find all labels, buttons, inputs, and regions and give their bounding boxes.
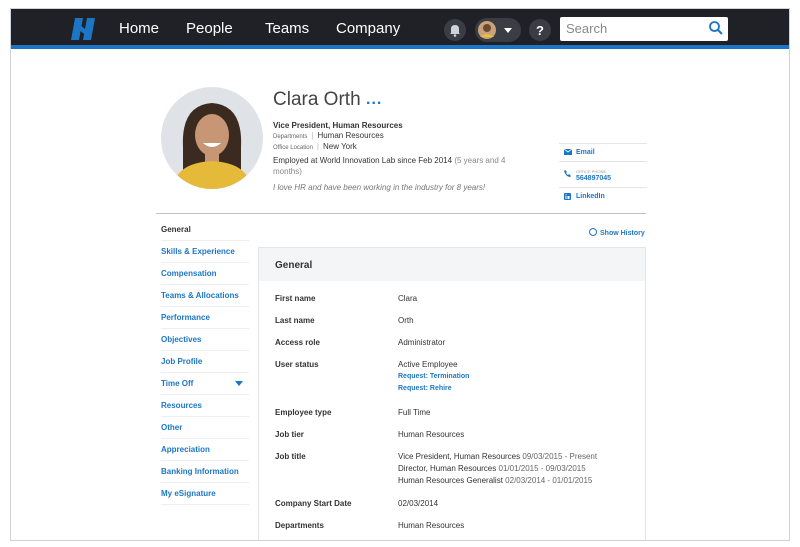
top-navigation-bar: Home People Teams Company ? Search [11,9,789,49]
first-name-value: Clara [398,294,418,303]
profile-photo-image [161,87,263,189]
sidebar-item-objectives[interactable]: Objectives [161,329,249,351]
user-avatar-icon [478,21,512,39]
linkedin-icon [564,193,571,200]
nav-home[interactable]: Home [119,20,159,37]
notifications-button[interactable] [444,19,466,41]
help-button[interactable]: ? [529,19,551,41]
last-name-value: Orth [398,316,414,325]
show-history-label: Show History [600,230,645,237]
request-rehire-link[interactable]: Request: Rehire [398,385,452,392]
job-title-history-row: Vice President, Human Resources 09/03/20… [398,452,597,461]
office-location-label: Office Location [273,145,313,151]
bell-icon [450,25,460,37]
search-input[interactable]: Search [560,17,728,41]
nav-teams[interactable]: Teams [265,20,309,37]
job-title-history-row: Human Resources Generalist 02/03/2014 - … [398,476,592,485]
employment-text: Employed at World Innovation Lab since F… [273,156,453,165]
search-icon[interactable] [708,20,724,36]
job-tier-value: Human Resources [398,430,465,439]
profile-photo [161,87,263,189]
sidebar-item-compensation[interactable]: Compensation [161,263,249,285]
sidebar-item-teams-allocations[interactable]: Teams & Allocations [161,285,249,307]
phone-icon [564,170,571,177]
employee-type-value: Full Time [398,408,431,417]
company-start-date-label: Company Start Date [275,499,352,508]
history-icon [589,228,597,236]
job-title-dates: 02/03/2014 - 01/01/2015 [505,476,593,485]
employee-type-label: Employee type [275,408,332,417]
job-title-dates: 09/03/2015 - Present [522,452,598,461]
linkedin-label: LinkedIn [576,193,605,200]
company-start-date-value: 02/03/2014 [398,499,439,508]
app-window: Home People Teams Company ? Search Clara… [10,8,790,541]
office-location-value: New York [323,142,357,151]
search-placeholder: Search [566,21,608,36]
job-tier-label: Job tier [275,430,304,439]
sidebar-item-banking-information[interactable]: Banking Information [161,461,249,483]
departments-field-label: Departments [275,521,324,530]
general-panel: General [258,247,646,540]
departments-field-value: Human Resources [398,521,465,530]
last-name-label: Last name [275,316,315,325]
employment-summary: Employed at World Innovation Lab since F… [273,155,513,177]
job-title-entry: Human Resources Generalist [398,476,503,485]
request-termination-link[interactable]: Request: Termination [398,373,469,380]
office-phone-link[interactable]: OFFICE PHONE: 564897045 [559,161,647,187]
chevron-down-icon[interactable] [235,381,243,386]
nav-people[interactable]: People [186,20,233,37]
office-phone-label: OFFICE PHONE: [576,169,608,174]
email-link[interactable]: Email [559,143,647,161]
job-title-history-row: Director, Human Resources 01/01/2015 - 0… [398,464,586,473]
company-logo-icon[interactable] [71,18,99,40]
user-status-label: User status [275,360,319,369]
sidebar-item-appreciation[interactable]: Appreciation [161,439,249,461]
sidebar-item-time-off-label: Time Off [161,379,194,388]
linkedin-link[interactable]: LinkedIn [559,187,647,205]
sidebar-item-other[interactable]: Other [161,417,249,439]
job-title-dates: 01/01/2015 - 09/03/2015 [498,464,586,473]
job-title-label: Job title [275,452,306,461]
profile-divider [156,213,646,214]
employee-name: Clara Orth [273,89,361,110]
user-status-value: Active Employee [398,360,458,369]
sidebar-item-general[interactable]: General [161,219,249,241]
office-location-row: Office Location | New York [273,142,357,151]
more-options-button[interactable]: ... [366,91,382,109]
panel-title: General [275,260,313,271]
sidebar-item-job-profile[interactable]: Job Profile [161,351,249,373]
show-history-link[interactable]: Show History [589,228,645,237]
office-phone-value: 564897045 [576,175,612,182]
access-role-label: Access role [275,338,320,347]
help-icon: ? [536,23,544,38]
profile-quote: I love HR and have been working in the i… [273,183,486,192]
departments-row: Departments | Human Resources [273,131,384,140]
email-label: Email [576,149,595,156]
sidebar-item-resources[interactable]: Resources [161,395,249,417]
job-title-entry: Vice President, Human Resources [398,452,521,461]
job-title-entry: Director, Human Resources [398,464,497,473]
sidebar-item-my-esignature[interactable]: My eSignature [161,483,249,505]
panel-header: General [259,248,645,281]
access-role-value: Administrator [398,338,446,347]
nav-company[interactable]: Company [336,20,400,37]
sidebar-item-performance[interactable]: Performance [161,307,249,329]
sidebar-item-time-off[interactable]: Time Off [161,373,249,395]
departments-label: Departments [273,134,308,140]
departments-value: Human Resources [317,131,384,140]
user-menu-button[interactable] [475,18,521,42]
first-name-label: First name [275,294,316,303]
sidebar-item-skills-experience[interactable]: Skills & Experience [161,241,249,263]
email-icon [564,149,572,155]
chevron-down-icon [504,28,512,33]
svg-text:?: ? [536,23,544,38]
employee-job-title: Vice President, Human Resources [273,121,403,130]
